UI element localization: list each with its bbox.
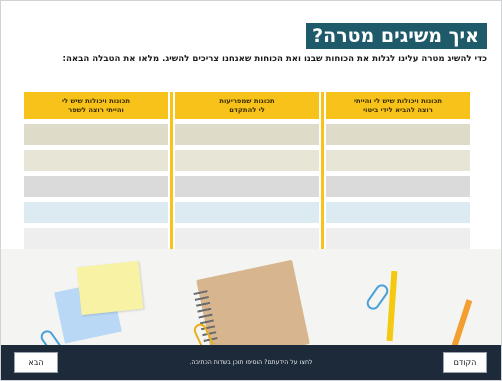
column-header-line: תכונות ויכולות שיש לי והייתי	[353, 96, 443, 105]
answer-field[interactable]	[24, 124, 168, 145]
lesson-slide: איך משיגים מטרה? כדי להשיג מטרה עלינו לג…	[0, 0, 502, 381]
column-abilities-to-improve: תכונות ויכולות שיש לי והייתי רוצה לשפר	[24, 92, 168, 252]
column-header: תכונות ויכולות שיש לי והייתי רוצה לשפר	[24, 92, 168, 119]
column-header: תכונות ויכולות שיש לי והייתי רוצה להביא …	[326, 92, 470, 119]
column-header-line: והייתי רוצה לשפר	[68, 105, 124, 114]
previous-button[interactable]: הקודם	[443, 352, 487, 373]
answer-field[interactable]	[175, 150, 319, 171]
answer-field[interactable]	[24, 176, 168, 197]
instruction-text: כדי להשיג מטרה עלינו לגלות את הכוחות שבנ…	[62, 54, 487, 64]
column-divider	[170, 92, 173, 267]
answer-field[interactable]	[24, 202, 168, 223]
column-divider	[321, 92, 324, 267]
answer-field[interactable]	[175, 228, 319, 249]
answer-field[interactable]	[175, 124, 319, 145]
column-header-line: רוצה להביא לידי ביטוי	[363, 105, 433, 114]
navigation-bar: הבא לחצו על הידעתם? הוסיפו תוכן בשדות הכ…	[1, 345, 501, 380]
column-hindering-traits: תכונות שמפריעות לי להתקדם	[175, 92, 319, 252]
column-header-line: תכונות שמפריעות	[219, 96, 275, 105]
column-header-line: לי להתקדם	[229, 105, 265, 114]
column-abilities-to-express: תכונות ויכולות שיש לי והייתי רוצה להביא …	[326, 92, 470, 252]
answer-field[interactable]	[326, 150, 470, 171]
goals-table: תכונות ויכולות שיש לי והייתי רוצה להביא …	[24, 92, 470, 267]
answer-field[interactable]	[326, 202, 470, 223]
footer-hint: לחצו על הידעתם? הוסיפו תוכן בשדות הכתיבה…	[189, 359, 313, 366]
answer-field[interactable]	[326, 124, 470, 145]
answer-field[interactable]	[24, 150, 168, 171]
column-header-line: תכונות ויכולות שיש לי	[62, 96, 131, 105]
sticky-note-yellow	[76, 260, 144, 316]
column-header: תכונות שמפריעות לי להתקדם	[175, 92, 319, 119]
answer-field[interactable]	[24, 228, 168, 249]
page-title: איך משיגים מטרה?	[306, 23, 487, 49]
answer-field[interactable]	[175, 176, 319, 197]
answer-field[interactable]	[326, 176, 470, 197]
answer-field[interactable]	[326, 228, 470, 249]
answer-field[interactable]	[175, 202, 319, 223]
